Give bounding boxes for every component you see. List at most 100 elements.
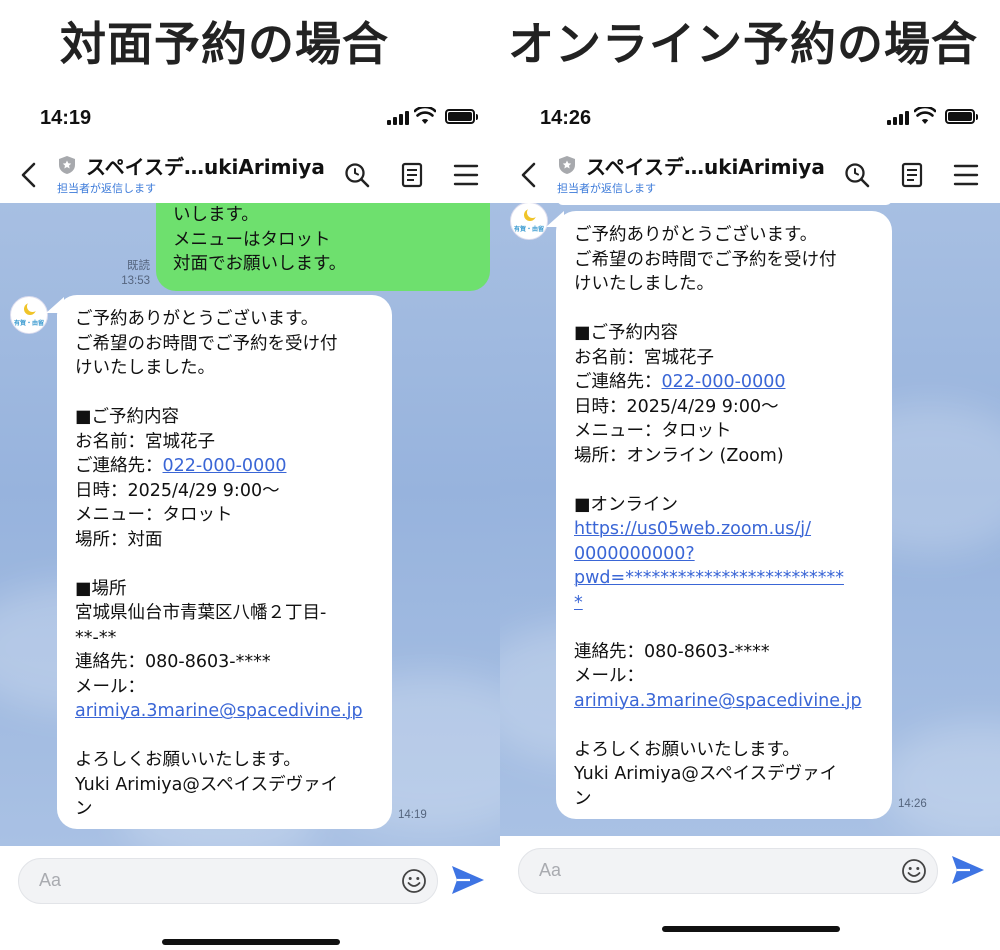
message-line: pwd=************************* [574,566,880,591]
message-line: * [574,591,880,616]
notes-icon[interactable] [398,161,426,189]
chat-header: スペイスデ…ukiArimiya 担当者が返信します [0,145,500,203]
incoming-message[interactable]: ご予約ありがとうございます。 ご希望のお時間でご予約を受け付 けいたしました。 ■ご予… [57,295,392,829]
message-line: ン [75,797,380,822]
message-line: arimiya.3marine@spacedivine.jp [75,699,380,724]
incoming-message[interactable]: ご予約ありがとうございます。 ご希望のお時間でご予約を受け付 けいたしました。 ■ご予… [556,211,892,819]
outgoing-line: メニューはタロット [173,229,331,250]
message-line: **-** [75,626,380,651]
status-bar: 14:26 [500,95,1000,145]
message-line: ■オンライン [574,493,880,518]
input-placeholder: Aa [39,870,62,890]
chat-history[interactable]: 有賀・由留 ご予約ありがとうございます。 ご希望のお時間でご予約を受け付 けいたしま… [500,203,1000,836]
message-line: メール： [75,675,380,700]
search-icon[interactable] [843,161,871,189]
avatar-text: 有賀・由留 [13,320,44,327]
message-line: よろしくお願いいたします。 [574,738,880,763]
message-text: 日時：2025/4/29 9:00～ [75,480,280,501]
message-composer: Aa [500,836,1000,940]
menu-icon[interactable] [452,161,480,189]
outgoing-line: いします。 [173,205,259,225]
message-line: メール： [574,664,880,689]
phone-in-person: 14:19 スペイスデ…ukiArimiya 担当者が返信します 既読 13:5… [0,95,500,950]
message-line: ご希望のお時間でご予約を受け付 [574,248,880,273]
chat-title[interactable]: スペイスデ…ukiArimiya [86,151,325,180]
outgoing-time: 13:53 [121,275,150,287]
message-text: 連絡先：080-8603-**** [75,652,271,672]
emoji-icon[interactable] [901,858,927,884]
message-text: ■オンライン [574,494,679,515]
message-text: お名前：宮城花子 [75,431,215,452]
message-line: よろしくお願いいたします。 [75,748,380,773]
message-link[interactable]: pwd=************************* [574,568,844,588]
sender-avatar[interactable]: 有賀・由留 [510,203,548,240]
send-icon[interactable] [950,854,986,886]
outgoing-line: 対面でお願いします。 [173,254,347,274]
right-heading: オンライン予約の場合 [508,17,978,71]
message-text: ■ご予約内容 [574,323,679,343]
message-link[interactable]: arimiya.3marine@spacedivine.jp [75,701,363,721]
signal-icon [387,111,411,125]
message-line: 場所：オンライン (Zoom) [574,444,880,469]
shield-icon [59,156,75,174]
message-text: 場所：対面 [75,529,163,550]
chat-subtitle: 担当者が返信します [57,182,156,195]
message-line [75,552,380,577]
message-text: メニュー：タロット [574,421,732,441]
message-line: メニュー：タロット [75,503,380,528]
message-line: 連絡先：080-8603-**** [574,640,880,665]
message-text: Yuki Arimiya@スペイスデヴァイ [75,774,339,795]
menu-icon[interactable] [952,161,980,189]
search-icon[interactable] [343,161,371,189]
chat-history[interactable]: 既読 13:53 いします。 メニューはタロット 対面でお願いします。 有賀・由… [0,203,500,846]
chat-title[interactable]: スペイスデ…ukiArimiya [586,151,825,180]
message-text: お名前：宮城花子 [574,347,714,368]
message-line: お名前：宮城花子 [75,430,380,455]
message-link[interactable]: https://us05web.zoom.us/j/ [574,519,811,539]
message-input[interactable]: Aa [18,858,438,904]
home-indicator [162,939,340,945]
emoji-icon[interactable] [401,868,427,894]
message-composer: Aa [0,846,500,950]
message-text: ご連絡先： [574,372,662,392]
send-icon[interactable] [450,864,486,896]
home-indicator [662,926,840,932]
message-line: メニュー：タロット [574,419,880,444]
message-line: けいたしました。 [574,272,880,297]
message-text: けいたしました。 [75,358,215,378]
sender-avatar[interactable]: 有賀・由留 [10,296,48,334]
notes-icon[interactable] [898,161,926,189]
message-line: ご予約ありがとうございます。 [75,307,380,332]
message-line: お名前：宮城花子 [574,346,880,371]
message-link[interactable]: 0000000000? [574,544,695,564]
message-link[interactable]: arimiya.3marine@spacedivine.jp [574,691,862,711]
message-line: Yuki Arimiya@スペイスデヴァイ [574,762,880,787]
message-text: ご連絡先： [75,456,163,476]
message-text: 連絡先：080-8603-**** [574,641,770,662]
message-text: 宮城県仙台市青葉区八幡２丁目- [75,603,327,623]
message-text: ■ご予約内容 [75,407,180,427]
chat-header: スペイスデ…ukiArimiya 担当者が返信します [500,145,1000,203]
message-line: ご連絡先：022-000-0000 [75,454,380,479]
battery-icon [445,109,478,124]
message-link[interactable]: 022-000-0000 [163,456,287,476]
back-chevron-icon[interactable] [518,161,540,189]
signal-icon [887,111,911,125]
back-chevron-icon[interactable] [18,161,40,189]
outgoing-message[interactable]: いします。 メニューはタロット 対面でお願いします。 [156,203,490,291]
message-link[interactable]: 022-000-0000 [662,372,786,392]
message-line [574,468,880,493]
message-input[interactable]: Aa [518,848,938,894]
message-line: ン [574,787,880,812]
message-link[interactable]: * [574,593,583,613]
message-text: ご希望のお時間でご予約を受け付 [574,249,837,270]
message-text: メニュー：タロット [75,505,233,525]
message-line: 場所：対面 [75,528,380,553]
incoming-time: 14:26 [898,798,927,810]
message-line [574,297,880,322]
input-placeholder: Aa [539,860,562,880]
message-text: よろしくお願いいたします。 [75,750,301,770]
message-line: ご予約ありがとうございます。 [574,223,880,248]
read-label: 既読 [127,260,150,272]
message-text: **-** [75,627,117,648]
